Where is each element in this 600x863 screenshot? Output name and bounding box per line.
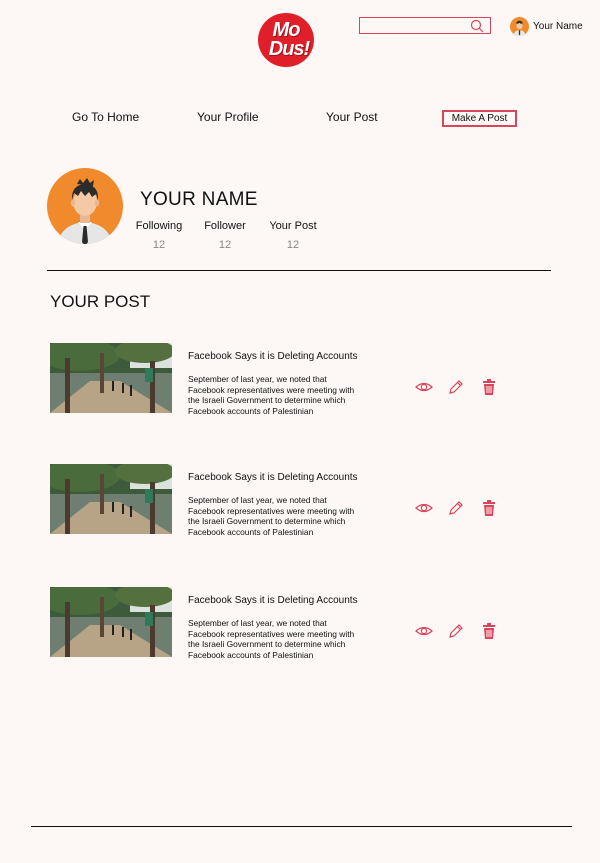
stat-your-post-value: 12 bbox=[286, 239, 300, 251]
eye-icon[interactable] bbox=[415, 378, 433, 396]
stat-following-value: 12 bbox=[152, 239, 166, 251]
logo-text-line2: Dus! bbox=[268, 38, 310, 60]
search-input[interactable] bbox=[362, 19, 468, 32]
post-excerpt: September of last year, we noted that Fa… bbox=[188, 374, 355, 416]
trash-icon[interactable] bbox=[480, 499, 498, 517]
eye-icon[interactable] bbox=[415, 499, 433, 517]
pencil-icon[interactable] bbox=[447, 622, 465, 640]
post-actions bbox=[415, 499, 505, 517]
stat-follower-value: 12 bbox=[218, 239, 232, 251]
brand-logo[interactable]: Mo Dus! bbox=[258, 13, 314, 67]
pencil-icon[interactable] bbox=[447, 499, 465, 517]
post-title[interactable]: Facebook Says it is Deleting Accounts bbox=[188, 595, 358, 606]
header-user-name[interactable]: Your Name bbox=[533, 21, 583, 32]
stat-your-post-label: Your Post bbox=[269, 220, 317, 232]
nav-go-to-home[interactable]: Go To Home bbox=[72, 110, 139, 124]
nav-your-post[interactable]: Your Post bbox=[326, 110, 378, 124]
post-card: Facebook Says it is Deleting Accounts Se… bbox=[50, 464, 510, 537]
make-a-post-button[interactable]: Make A Post bbox=[442, 110, 517, 127]
post-actions bbox=[415, 622, 505, 640]
footer-divider bbox=[31, 826, 572, 827]
post-title[interactable]: Facebook Says it is Deleting Accounts bbox=[188, 351, 358, 362]
profile-divider bbox=[47, 270, 551, 271]
stat-following-label: Following bbox=[135, 220, 183, 232]
post-excerpt: September of last year, we noted that Fa… bbox=[188, 495, 355, 537]
eye-icon[interactable] bbox=[415, 622, 433, 640]
post-excerpt: September of last year, we noted that Fa… bbox=[188, 618, 355, 660]
pencil-icon[interactable] bbox=[447, 378, 465, 396]
profile-avatar bbox=[47, 168, 123, 244]
post-card: Facebook Says it is Deleting Accounts Se… bbox=[50, 587, 510, 660]
profile-name: YOUR NAME bbox=[140, 189, 258, 210]
post-title[interactable]: Facebook Says it is Deleting Accounts bbox=[188, 472, 358, 483]
search-box[interactable] bbox=[359, 17, 491, 34]
post-card: Facebook Says it is Deleting Accounts Se… bbox=[50, 343, 510, 416]
section-title: YOUR POST bbox=[50, 292, 151, 311]
stat-follower-label: Follower bbox=[204, 220, 246, 232]
post-thumbnail[interactable] bbox=[50, 587, 172, 657]
trash-icon[interactable] bbox=[480, 622, 498, 640]
trash-icon[interactable] bbox=[480, 378, 498, 396]
post-actions bbox=[415, 378, 505, 396]
nav-your-profile[interactable]: Your Profile bbox=[197, 110, 259, 124]
post-thumbnail[interactable] bbox=[50, 343, 172, 413]
search-icon[interactable] bbox=[470, 19, 484, 33]
user-avatar-icon[interactable] bbox=[510, 17, 529, 36]
post-thumbnail[interactable] bbox=[50, 464, 172, 534]
